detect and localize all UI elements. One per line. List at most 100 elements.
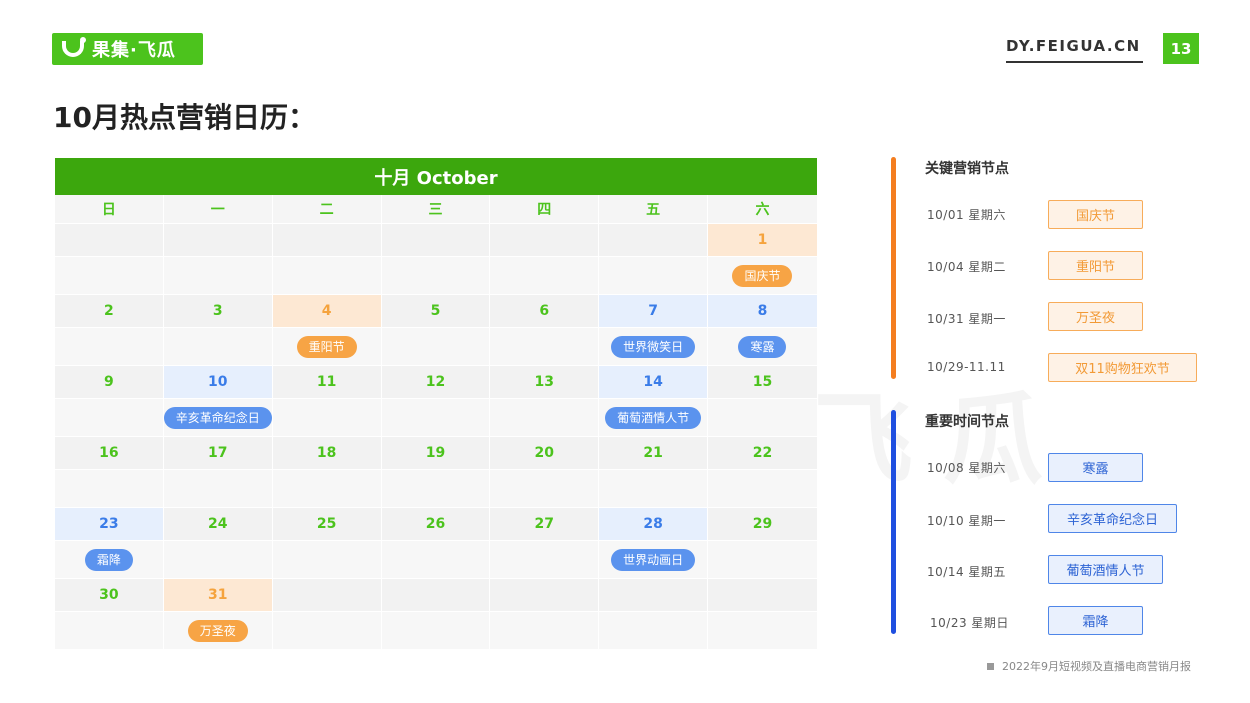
time-node-date: 10/08 星期六 [927, 461, 1006, 475]
calendar-empty-cell [708, 579, 817, 612]
calendar-day-number[interactable]: 10 [163, 366, 273, 399]
calendar-event-cell [163, 257, 273, 295]
calendar-event-cell [708, 399, 817, 437]
key-node-tag[interactable]: 国庆节 [1048, 200, 1143, 229]
event-pill[interactable]: 世界动画日 [611, 548, 696, 571]
time-node-date: 10/23 星期日 [930, 616, 1009, 630]
calendar-event-cell [599, 257, 709, 295]
key-node-tag[interactable]: 重阳节 [1048, 251, 1143, 280]
calendar-event-cell [163, 470, 273, 508]
calendar-event-cell [163, 328, 273, 366]
calendar-event-cell [381, 328, 491, 366]
calendar: 十月 October 日 一 二 三 四 五 六 1 国庆节 2 3 4 5 6 7 8 重阳节世… [55, 158, 817, 650]
page-title: 10月热点营销日历： [53, 101, 316, 134]
calendar-event-cell: 世界动画日 [599, 541, 709, 579]
calendar-date-row: 30 31 [55, 579, 817, 612]
weekday-label: 五 [599, 195, 709, 224]
calendar-event-cell [55, 612, 164, 650]
calendar-day-number[interactable]: 6 [490, 295, 600, 328]
logo-mark-icon [62, 37, 86, 57]
time-node-tag[interactable]: 葡萄酒情人节 [1048, 555, 1163, 584]
calendar-empty-cell [599, 579, 709, 612]
calendar-event-row: 辛亥革命纪念日 葡萄酒情人节 [55, 399, 817, 437]
calendar-day-number[interactable]: 27 [490, 508, 600, 541]
calendar-event-cell [381, 612, 491, 650]
weekday-row: 日 一 二 三 四 五 六 [55, 195, 817, 224]
calendar-day-number[interactable]: 14 [599, 366, 709, 399]
time-node-date: 10/10 星期一 [927, 514, 1006, 528]
calendar-event-cell [272, 541, 382, 579]
calendar-event-cell: 国庆节 [708, 257, 817, 295]
event-pill[interactable]: 葡萄酒情人节 [605, 406, 702, 429]
calendar-event-cell [272, 399, 382, 437]
time-node-tag[interactable]: 寒露 [1048, 453, 1143, 482]
calendar-date-row: 2345678 [55, 295, 817, 328]
event-pill[interactable]: 国庆节 [732, 264, 793, 287]
calendar-day-number[interactable]: 11 [272, 366, 382, 399]
calendar-day-number[interactable]: 21 [599, 437, 709, 470]
calendar-day-number[interactable]: 17 [163, 437, 273, 470]
calendar-day-number[interactable]: 7 [599, 295, 709, 328]
calendar-event-cell [272, 257, 382, 295]
calendar-event-cell [490, 328, 600, 366]
calendar-day-number[interactable]: 20 [490, 437, 600, 470]
event-pill[interactable]: 寒露 [738, 335, 787, 358]
weekday-label: 日 [55, 195, 164, 224]
calendar-event-cell: 世界微笑日 [599, 328, 709, 366]
calendar-day-number[interactable]: 15 [708, 366, 817, 399]
calendar-day-number[interactable]: 23 [55, 508, 164, 541]
calendar-day-number[interactable]: 29 [708, 508, 817, 541]
calendar-event-cell: 辛亥革命纪念日 [163, 399, 273, 437]
calendar-day-number[interactable]: 30 [55, 579, 164, 612]
calendar-event-cell [490, 541, 600, 579]
footer: 2022年9月短视频及直播电商营销月报 [987, 658, 1191, 674]
weekday-label: 四 [490, 195, 600, 224]
calendar-day-number[interactable]: 22 [708, 437, 817, 470]
calendar-event-row: 国庆节 [55, 257, 817, 295]
calendar-day-number[interactable]: 12 [381, 366, 491, 399]
calendar-day-number[interactable]: 25 [272, 508, 382, 541]
event-pill[interactable]: 辛亥革命纪念日 [163, 406, 272, 429]
calendar-day-number[interactable]: 28 [599, 508, 709, 541]
calendar-day-number[interactable]: 16 [55, 437, 164, 470]
calendar-day-number[interactable]: 8 [708, 295, 817, 328]
calendar-day-number[interactable]: 3 [163, 295, 273, 328]
footer-text: 2022年9月短视频及直播电商营销月报 [1002, 660, 1191, 673]
calendar-event-cell [599, 612, 709, 650]
time-node-tag[interactable]: 辛亥革命纪念日 [1048, 504, 1177, 533]
event-pill[interactable]: 世界微笑日 [611, 335, 696, 358]
calendar-event-cell [381, 541, 491, 579]
key-node-tag[interactable]: 双11购物狂欢节 [1048, 353, 1197, 382]
calendar-event-cell [55, 328, 164, 366]
calendar-day-number[interactable]: 19 [381, 437, 491, 470]
calendar-event-cell [490, 257, 600, 295]
calendar-day-number[interactable]: 9 [55, 366, 164, 399]
weekday-label: 三 [381, 195, 491, 224]
key-node-date: 10/31 星期一 [927, 312, 1006, 326]
calendar-day-number[interactable]: 1 [708, 224, 817, 257]
calendar-day-number[interactable]: 26 [381, 508, 491, 541]
logo-text: 果集·飞瓜 [92, 40, 176, 61]
calendar-event-cell [599, 470, 709, 508]
key-node-tag[interactable]: 万圣夜 [1048, 302, 1143, 331]
calendar-body: 1 国庆节 2 3 4 5 6 7 8 重阳节 世界微笑日 寒露 9 10 11 12 13 14 15 辛亥革命纪念… [55, 224, 817, 650]
calendar-day-number[interactable]: 24 [163, 508, 273, 541]
time-node-tag[interactable]: 霜降 [1048, 606, 1143, 635]
event-pill[interactable]: 万圣夜 [187, 619, 248, 642]
calendar-day-number[interactable]: 31 [163, 579, 273, 612]
site-url[interactable]: DY.FEIGUA.CN [1006, 37, 1143, 63]
calendar-event-row: 重阳节 世界微笑日 寒露 [55, 328, 817, 366]
calendar-day-number[interactable]: 5 [381, 295, 491, 328]
calendar-event-cell: 葡萄酒情人节 [599, 399, 709, 437]
key-nodes-title: 关键营销节点 [925, 161, 1009, 177]
calendar-empty-cell [599, 224, 709, 257]
calendar-day-number[interactable]: 18 [272, 437, 382, 470]
key-node-date: 10/29-11.11 [927, 360, 1006, 374]
calendar-event-cell [708, 541, 817, 579]
calendar-day-number[interactable]: 4 [272, 295, 382, 328]
event-pill[interactable]: 重阳节 [296, 335, 357, 358]
event-pill[interactable]: 霜降 [84, 548, 133, 571]
calendar-date-row: 23 24 25 26 27 28 29 [55, 508, 817, 541]
calendar-day-number[interactable]: 13 [490, 366, 600, 399]
calendar-day-number[interactable]: 2 [55, 295, 164, 328]
